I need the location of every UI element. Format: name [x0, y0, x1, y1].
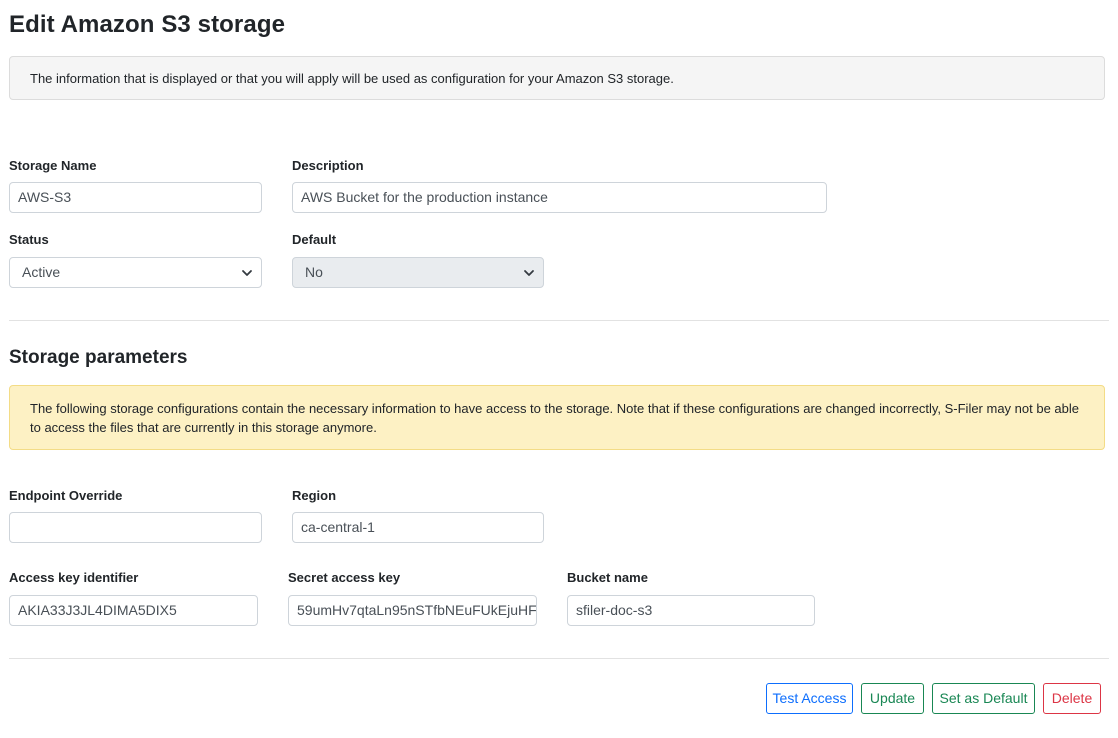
status-label: Status [9, 232, 49, 247]
set-as-default-button[interactable]: Set as Default [932, 683, 1035, 714]
endpoint-override-label: Endpoint Override [9, 488, 123, 503]
region-label: Region [292, 488, 337, 503]
warning-alert: The following storage configurations con… [9, 385, 1105, 450]
description-input[interactable]: AWS Bucket for the production instance [292, 182, 827, 213]
test-access-button[interactable]: Test Access [766, 683, 853, 714]
access-key-label: Access key identifier [9, 570, 139, 585]
secret-key-input[interactable]: 59umHv7qtaLn95nSTfbNEuFUkEjuHFf [288, 595, 537, 626]
access-key-input[interactable]: AKIA33J3JL4DIMA5DIX5 [9, 595, 258, 626]
default-label: Default [292, 232, 337, 247]
chevron-down-icon [242, 270, 252, 276]
info-alert: The information that is displayed or tha… [9, 56, 1105, 100]
secret-key-label: Secret access key [288, 570, 401, 585]
delete-button[interactable]: Delete [1043, 683, 1101, 714]
region-input[interactable]: ca-central-1 [292, 512, 544, 543]
update-button[interactable]: Update [861, 683, 924, 714]
default-select[interactable]: No [292, 257, 544, 288]
storage-name-input[interactable]: AWS-S3 [9, 182, 262, 213]
warning-alert-text: The following storage configurations con… [30, 401, 1080, 435]
actions-divider [9, 658, 1109, 659]
default-select-value: No [305, 264, 323, 280]
endpoint-override-input[interactable] [9, 512, 262, 543]
storage-name-label: Storage Name [9, 158, 97, 173]
section-divider [9, 320, 1109, 321]
page-title: Edit Amazon S3 storage [9, 11, 286, 38]
bucket-name-label: Bucket name [567, 570, 648, 585]
description-label: Description [292, 158, 364, 173]
status-select[interactable]: Active [9, 257, 262, 288]
status-select-value: Active [22, 264, 61, 280]
bucket-name-input[interactable]: sfiler-doc-s3 [567, 595, 815, 626]
chevron-down-icon [524, 270, 534, 276]
storage-parameters-heading: Storage parameters [9, 347, 188, 368]
info-alert-text: The information that is displayed or tha… [30, 71, 674, 86]
